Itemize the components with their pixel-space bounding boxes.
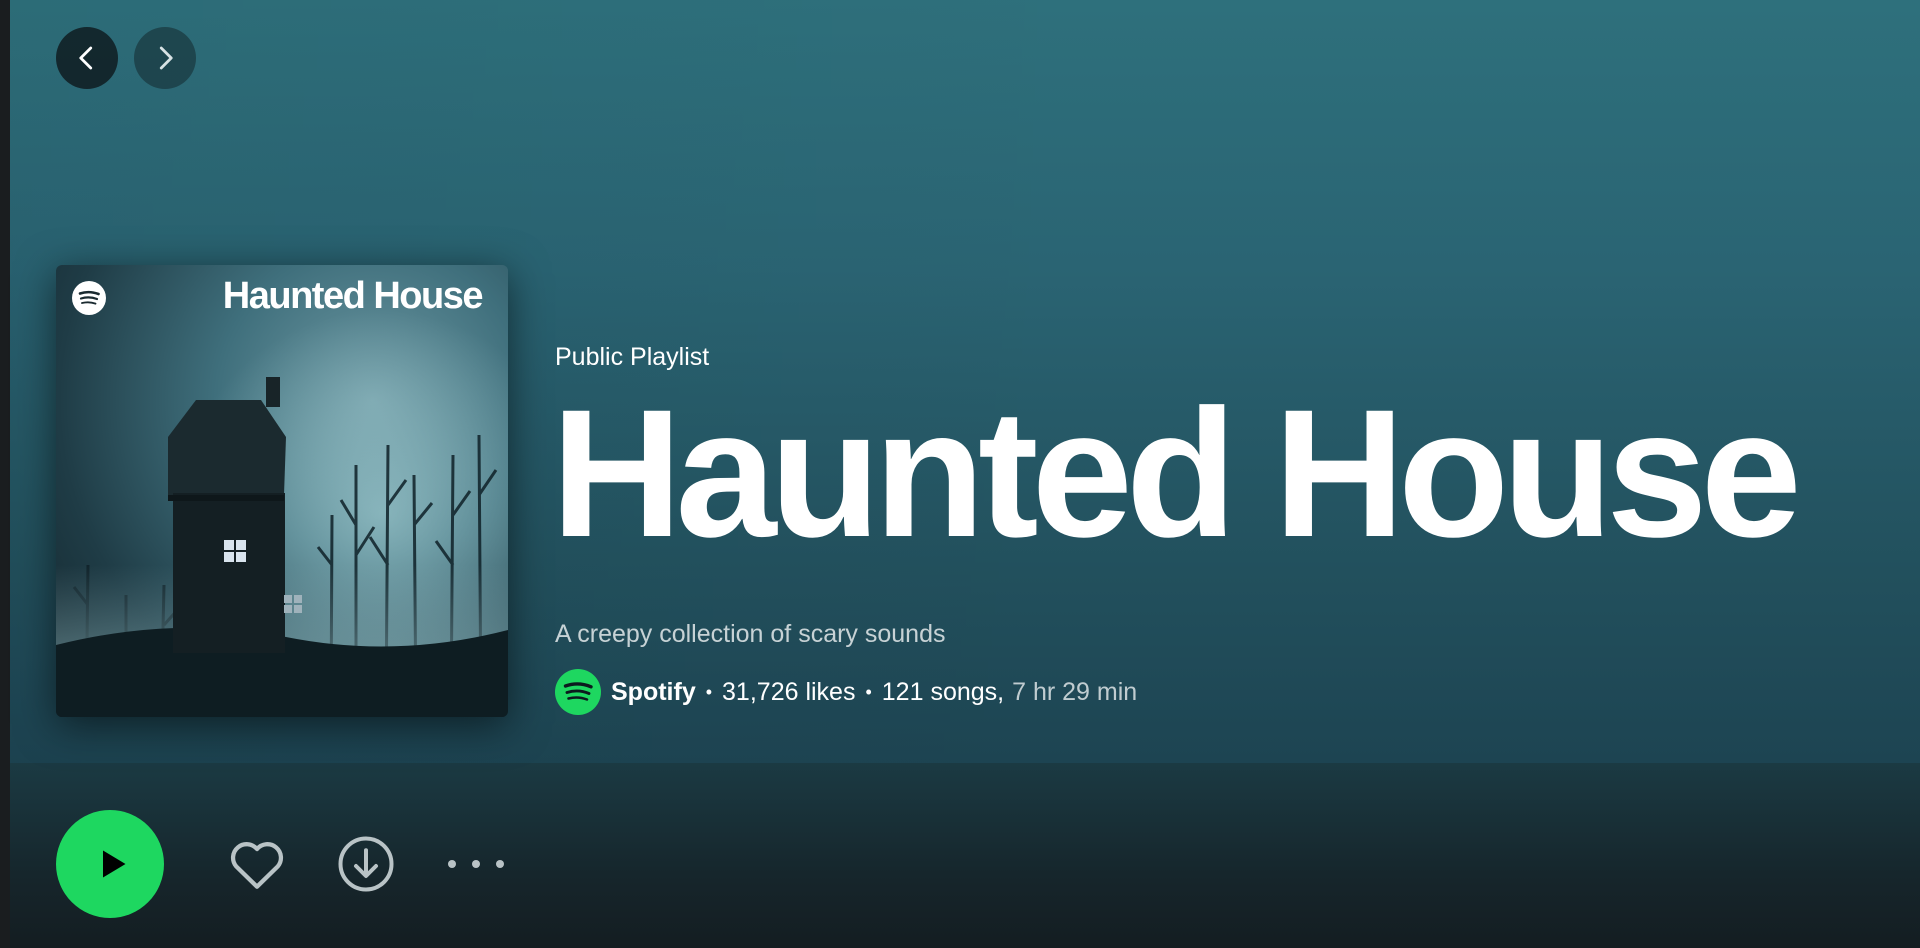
download-icon[interactable] bbox=[336, 834, 396, 894]
cover-artwork bbox=[56, 265, 508, 717]
spotify-avatar-icon[interactable] bbox=[555, 669, 601, 715]
playlist-cover: Haunted House bbox=[56, 265, 508, 717]
back-button[interactable] bbox=[56, 27, 118, 89]
playlist-meta: Spotify • 31,726 likes • 121 songs, 7 hr… bbox=[555, 668, 1137, 716]
more-options-button[interactable] bbox=[448, 850, 504, 878]
cover-title: Haunted House bbox=[222, 275, 484, 317]
play-button[interactable] bbox=[56, 810, 164, 918]
window-edge bbox=[0, 0, 10, 948]
owner-link[interactable]: Spotify bbox=[611, 678, 696, 707]
spotify-logo-icon bbox=[72, 281, 106, 315]
separator-dot: • bbox=[865, 681, 872, 702]
playlist-type-label: Public Playlist bbox=[555, 343, 710, 371]
chevron-left-icon bbox=[79, 46, 93, 70]
playlist-title: Haunted House bbox=[551, 371, 1802, 575]
playlist-duration: 7 hr 29 min bbox=[1012, 677, 1138, 706]
action-bar bbox=[10, 763, 1920, 948]
likes-count: 31,726 likes bbox=[722, 677, 856, 706]
more-dot bbox=[472, 860, 480, 868]
play-icon bbox=[103, 850, 126, 878]
more-dot bbox=[448, 860, 456, 868]
forward-button[interactable] bbox=[134, 27, 196, 89]
playlist-description: A creepy collection of scary sounds bbox=[555, 620, 946, 648]
chevron-right-icon bbox=[159, 46, 173, 70]
separator-dot: • bbox=[705, 681, 713, 702]
more-dot bbox=[496, 860, 504, 868]
heart-icon[interactable] bbox=[225, 832, 289, 896]
songs-count: 121 songs, bbox=[881, 677, 1005, 706]
